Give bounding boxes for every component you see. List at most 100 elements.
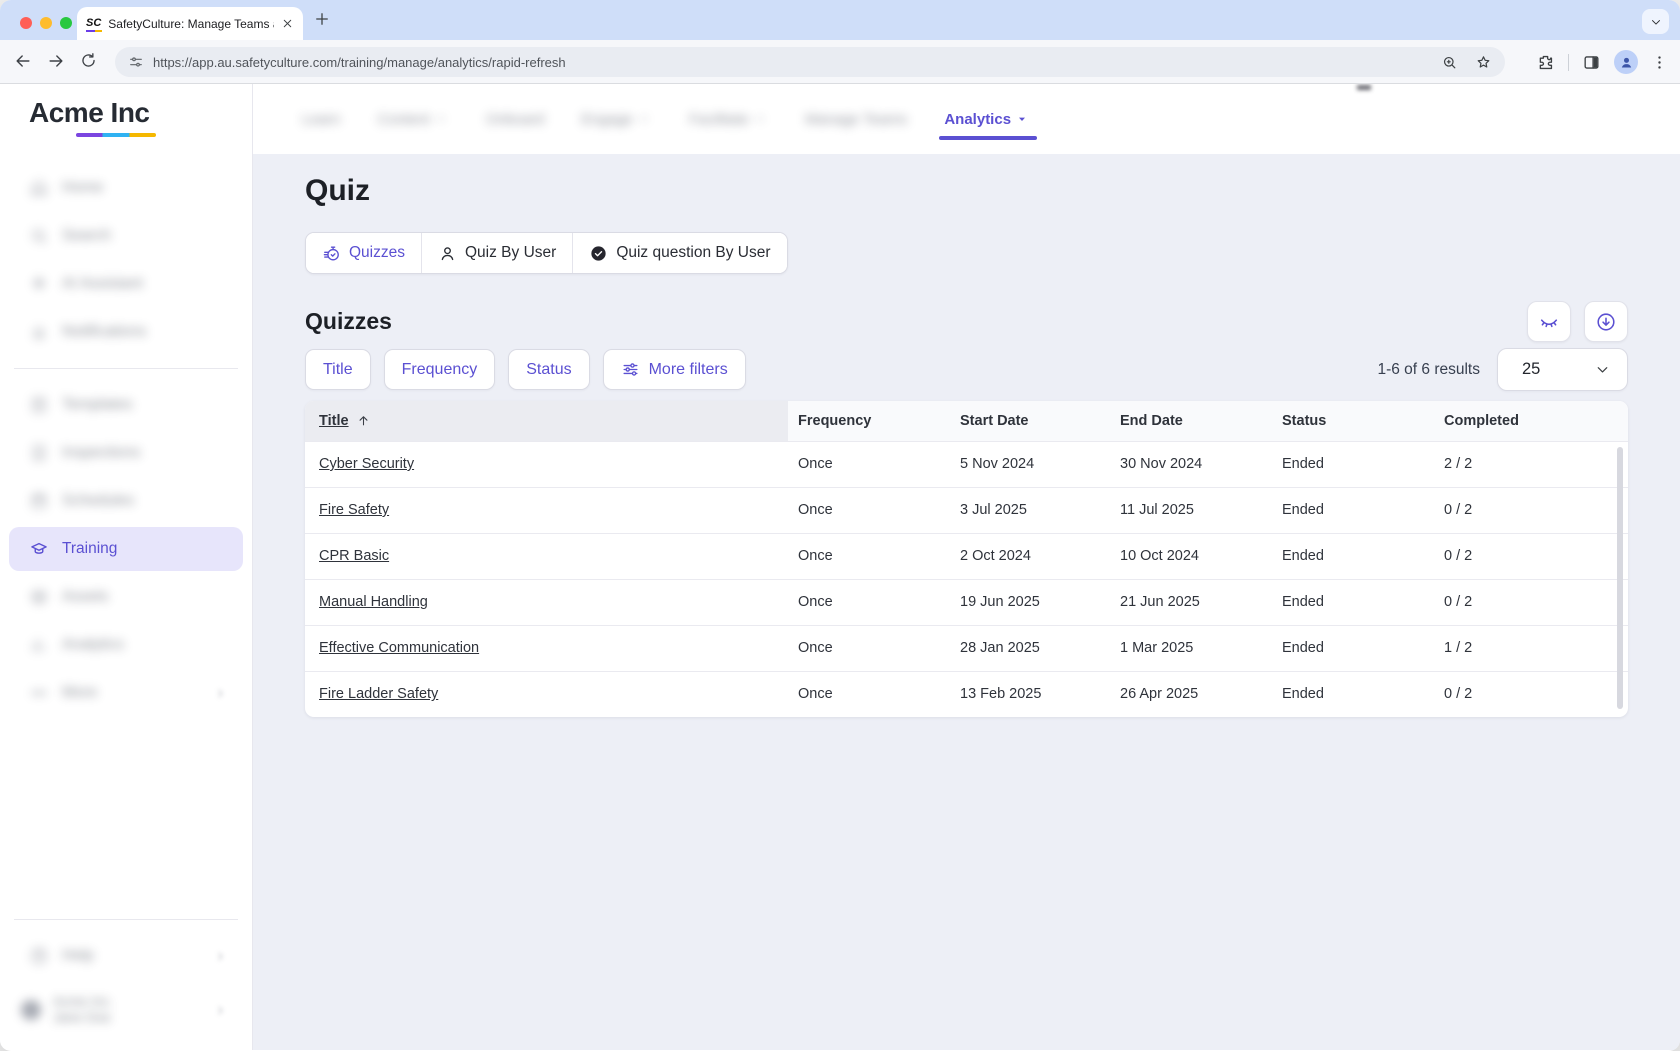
sidebar-item-label: Training	[62, 540, 117, 558]
nav-tab-label: Onboard	[486, 111, 544, 128]
forward-button[interactable]	[46, 51, 66, 71]
sidebar-item-label: Schedules	[62, 492, 134, 510]
table-scrollbar[interactable]	[1617, 447, 1623, 709]
table-row: CPR BasicOnce2 Oct 202410 Oct 2024Ended0…	[305, 533, 1628, 579]
close-tab-icon[interactable]	[281, 17, 294, 30]
quiz-title-link[interactable]: Cyber Security	[319, 456, 414, 472]
sidebar-item-label: Templates	[62, 396, 133, 414]
bookmark-star-icon[interactable]	[1475, 54, 1492, 71]
menu-dots-icon[interactable]	[1651, 54, 1668, 71]
minimize-window-button[interactable]	[40, 17, 52, 29]
zoom-window-button[interactable]	[60, 17, 72, 29]
browser-tab[interactable]: SC SafetyCulture: Manage Teams and...	[77, 7, 303, 40]
tab-analytics[interactable]: Analytics	[944, 111, 1030, 128]
tab-facilitate[interactable]: Facilitate	[689, 111, 768, 128]
sidebar-item-help[interactable]: Help	[0, 932, 252, 980]
column-header-status[interactable]: Status	[1272, 401, 1434, 441]
more-icon	[29, 683, 49, 703]
filter-more-filters[interactable]: More filters	[603, 349, 746, 390]
side-panel-icon[interactable]	[1582, 53, 1601, 72]
page-title: Quiz	[305, 173, 1628, 209]
zoom-icon[interactable]	[1441, 54, 1458, 71]
address-bar[interactable]: https://app.au.safetyculture.com/trainin…	[115, 47, 1505, 77]
reload-button[interactable]	[79, 51, 98, 70]
tab-engage[interactable]: Engage	[581, 111, 652, 128]
sort-column-label: Title	[319, 413, 349, 429]
quiz-title-link[interactable]: CPR Basic	[319, 548, 389, 564]
sidebar-item-templates[interactable]: Templates	[0, 381, 252, 429]
close-window-button[interactable]	[20, 17, 32, 29]
frequency-cell: Once	[788, 487, 950, 533]
back-button[interactable]	[13, 51, 33, 71]
sidebar-item-schedules[interactable]: Schedules	[0, 477, 252, 525]
sidebar-item-label: Analytics	[62, 636, 124, 654]
frequency-cell: Once	[788, 579, 950, 625]
tab-onboard[interactable]: Onboard	[486, 111, 544, 128]
sidebar-item-analytics[interactable]: Analytics	[0, 621, 252, 669]
tab-search-button[interactable]	[1642, 9, 1669, 34]
sidebar-item-more[interactable]: More	[0, 669, 252, 717]
status-cell: Ended	[1272, 441, 1434, 487]
new-tab-button[interactable]	[313, 10, 331, 28]
browser-tabstrip: SC SafetyCulture: Manage Teams and...	[0, 0, 1680, 40]
help-icon	[29, 946, 49, 966]
sidebar-item-notifications[interactable]: Notifications	[0, 308, 252, 356]
view-tab-quizzes[interactable]: Quizzes	[306, 233, 422, 273]
account-switcher[interactable]: Acme Inc. Jane Doe	[0, 988, 252, 1026]
export-download-button[interactable]	[1584, 301, 1628, 342]
completed-cell: 0 / 2	[1434, 533, 1628, 579]
start-date-cell: 28 Jan 2025	[950, 625, 1110, 671]
sidebar-item-ai-assistant[interactable]: AI Assistant	[0, 260, 252, 308]
tab-manage-teams[interactable]: Manage Teams	[805, 111, 907, 128]
column-header-end-date[interactable]: End Date	[1110, 401, 1272, 441]
chevron-right-icon	[214, 950, 227, 963]
tab-learn[interactable]: Learn	[302, 111, 340, 128]
table-row: Effective CommunicationOnce28 Jan 20251 …	[305, 625, 1628, 671]
site-settings-icon[interactable]	[128, 54, 144, 70]
tab-title: SafetyCulture: Manage Teams and...	[108, 17, 274, 31]
analytics-icon	[29, 635, 49, 655]
filter-label: Title	[323, 361, 353, 379]
quiz-title-link[interactable]: Manual Handling	[319, 594, 428, 610]
sparkle-icon	[29, 274, 49, 294]
filter-status[interactable]: Status	[508, 349, 589, 390]
completed-cell: 0 / 2	[1434, 671, 1628, 717]
quizzes-table: Title FrequencyStart DateEnd DateStatusCo…	[305, 401, 1628, 717]
account-org: Acme Inc.	[53, 994, 113, 1010]
quiz-title-link[interactable]: Fire Safety	[319, 502, 389, 518]
filter-frequency[interactable]: Frequency	[384, 349, 496, 390]
sidebar-item-search[interactable]: Search	[0, 212, 252, 260]
url-text: https://app.au.safetyculture.com/trainin…	[153, 55, 1432, 70]
filter-title[interactable]: Title	[305, 349, 371, 390]
sidebar-divider	[14, 919, 238, 920]
profile-avatar[interactable]	[1614, 50, 1638, 74]
chevron-down-icon	[1594, 361, 1611, 378]
sidebar-item-training[interactable]: Training	[9, 527, 243, 571]
extensions-icon[interactable]	[1536, 53, 1555, 72]
column-header-title[interactable]: Title	[305, 401, 788, 441]
caret-down-icon	[636, 111, 652, 127]
blurred-artifact	[1357, 85, 1371, 90]
sidebar-item-inspections[interactable]: Inspections	[0, 429, 252, 477]
quiz-title-link[interactable]: Effective Communication	[319, 640, 479, 656]
view-tab-quiz-by-user[interactable]: Quiz By User	[422, 233, 573, 273]
status-cell: Ended	[1272, 671, 1434, 717]
schedules-icon	[29, 491, 49, 511]
quiz-title-link[interactable]: Fire Ladder Safety	[319, 686, 438, 702]
quiz-view-tabs: Quizzes Quiz By UserQuiz question By User	[305, 232, 788, 274]
bell-icon	[29, 322, 49, 342]
start-date-cell: 3 Jul 2025	[950, 487, 1110, 533]
view-tab-label: Quizzes	[349, 244, 405, 262]
column-header-completed[interactable]: Completed	[1434, 401, 1628, 441]
visibility-toggle-button[interactable]	[1527, 301, 1571, 342]
results-count: 1-6 of 6 results	[1377, 361, 1480, 379]
chevron-right-icon	[214, 687, 227, 700]
page-size-select[interactable]: 25	[1497, 348, 1628, 391]
filter-label: Status	[526, 361, 571, 379]
view-tab-quiz-question-by-user[interactable]: Quiz question By User	[573, 233, 786, 273]
column-header-frequency[interactable]: Frequency	[788, 401, 950, 441]
tab-content[interactable]: Content	[377, 111, 449, 128]
sidebar-item-home[interactable]: Home	[0, 164, 252, 212]
sidebar-item-assets[interactable]: Assets	[0, 573, 252, 621]
column-header-start-date[interactable]: Start Date	[950, 401, 1110, 441]
